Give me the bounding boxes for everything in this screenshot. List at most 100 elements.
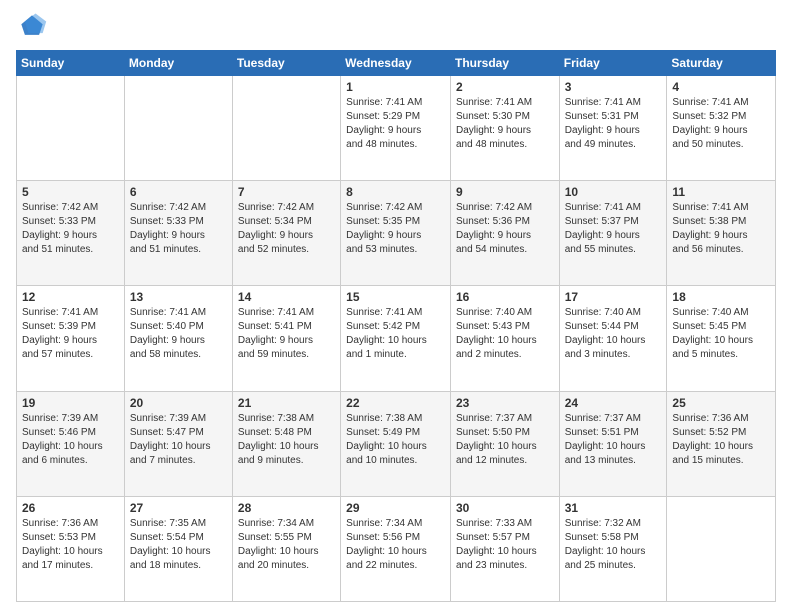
day-number: 8 [346,185,445,199]
day-info: Sunrise: 7:38 AM Sunset: 5:49 PM Dayligh… [346,412,445,468]
day-cell: 2 Sunrise: 7:41 AM Sunset: 5:30 PM Daylig… [450,76,559,181]
day-cell: 10 Sunrise: 7:41 AM Sunset: 5:37 PM Dayli… [559,181,667,286]
day-number: 21 [238,396,335,410]
day-number: 19 [22,396,119,410]
day-info: Sunrise: 7:42 AM Sunset: 5:33 PM Dayligh… [130,201,227,257]
day-cell: 28 Sunrise: 7:34 AM Sunset: 5:55 PM Dayli… [232,496,340,601]
day-number: 17 [565,290,662,304]
day-info: Sunrise: 7:33 AM Sunset: 5:57 PM Dayligh… [456,517,554,573]
day-cell [232,76,340,181]
day-cell: 29Sunrise: 7:34 AM Sunset: 5:56 PM Dayli… [341,496,451,601]
day-cell: 21 Sunrise: 7:38 AM Sunset: 5:48 PM Dayli… [232,391,340,496]
day-number: 27 [130,501,227,515]
day-number: 10 [565,185,662,199]
day-info: Sunrise: 7:40 AM Sunset: 5:45 PM Dayligh… [672,306,770,362]
day-number: 22 [346,396,445,410]
day-number: 11 [672,185,770,199]
day-info: Sunrise: 7:41 AM Sunset: 5:30 PM Dayligh… [456,96,554,152]
day-info: Sunrise: 7:42 AM Sunset: 5:35 PM Dayligh… [346,201,445,257]
day-number: 4 [672,80,770,94]
day-info: Sunrise: 7:41 AM Sunset: 5:31 PM Dayligh… [565,96,662,152]
day-info: Sunrise: 7:41 AM Sunset: 5:40 PM Dayligh… [130,306,227,362]
day-number: 15 [346,290,445,304]
day-cell: 20 Sunrise: 7:39 AM Sunset: 5:47 PM Dayli… [124,391,232,496]
day-cell [667,496,776,601]
day-info: Sunrise: 7:39 AM Sunset: 5:47 PM Dayligh… [130,412,227,468]
day-cell: 13 Sunrise: 7:41 AM Sunset: 5:40 PM Dayli… [124,286,232,391]
weekday-header-row: SundayMondayTuesdayWednesdayThursdayFrid… [17,51,776,76]
day-cell: 16 Sunrise: 7:40 AM Sunset: 5:43 PM Dayli… [450,286,559,391]
day-info: Sunrise: 7:41 AM Sunset: 5:41 PM Dayligh… [238,306,335,362]
day-number: 24 [565,396,662,410]
day-info: Sunrise: 7:42 AM Sunset: 5:36 PM Dayligh… [456,201,554,257]
day-cell: 4 Sunrise: 7:41 AM Sunset: 5:32 PM Daylig… [667,76,776,181]
day-cell: 1Sunrise: 7:41 AM Sunset: 5:29 PM Daylig… [341,76,451,181]
day-number: 9 [456,185,554,199]
day-cell: 11 Sunrise: 7:41 AM Sunset: 5:38 PM Dayli… [667,181,776,286]
week-row-2: 12Sunrise: 7:41 AM Sunset: 5:39 PM Dayli… [17,286,776,391]
day-info: Sunrise: 7:34 AM Sunset: 5:56 PM Dayligh… [346,517,445,573]
weekday-header-friday: Friday [559,51,667,76]
day-cell: 7 Sunrise: 7:42 AM Sunset: 5:34 PM Daylig… [232,181,340,286]
day-cell: 6 Sunrise: 7:42 AM Sunset: 5:33 PM Daylig… [124,181,232,286]
day-number: 16 [456,290,554,304]
day-number: 20 [130,396,227,410]
day-number: 25 [672,396,770,410]
day-number: 6 [130,185,227,199]
day-info: Sunrise: 7:38 AM Sunset: 5:48 PM Dayligh… [238,412,335,468]
day-cell: 19 Sunrise: 7:39 AM Sunset: 5:46 PM Dayli… [17,391,125,496]
week-row-3: 19 Sunrise: 7:39 AM Sunset: 5:46 PM Dayli… [17,391,776,496]
day-cell [17,76,125,181]
day-cell: 8 Sunrise: 7:42 AM Sunset: 5:35 PM Daylig… [341,181,451,286]
day-cell: 3Sunrise: 7:41 AM Sunset: 5:31 PM Daylig… [559,76,667,181]
week-row-4: 26Sunrise: 7:36 AM Sunset: 5:53 PM Dayli… [17,496,776,601]
day-number: 14 [238,290,335,304]
day-cell: 17 Sunrise: 7:40 AM Sunset: 5:44 PM Dayli… [559,286,667,391]
day-info: Sunrise: 7:41 AM Sunset: 5:37 PM Dayligh… [565,201,662,257]
day-info: Sunrise: 7:42 AM Sunset: 5:34 PM Dayligh… [238,201,335,257]
day-number: 13 [130,290,227,304]
day-number: 23 [456,396,554,410]
day-number: 12 [22,290,119,304]
day-number: 18 [672,290,770,304]
day-cell: 5 Sunrise: 7:42 AM Sunset: 5:33 PM Daylig… [17,181,125,286]
day-number: 28 [238,501,335,515]
weekday-header-saturday: Saturday [667,51,776,76]
week-row-1: 5 Sunrise: 7:42 AM Sunset: 5:33 PM Daylig… [17,181,776,286]
day-cell [124,76,232,181]
logo [16,10,52,42]
day-info: Sunrise: 7:41 AM Sunset: 5:38 PM Dayligh… [672,201,770,257]
day-info: Sunrise: 7:40 AM Sunset: 5:43 PM Dayligh… [456,306,554,362]
day-info: Sunrise: 7:34 AM Sunset: 5:55 PM Dayligh… [238,517,335,573]
day-cell: 26Sunrise: 7:36 AM Sunset: 5:53 PM Dayli… [17,496,125,601]
day-cell: 23 Sunrise: 7:37 AM Sunset: 5:50 PM Dayli… [450,391,559,496]
day-number: 30 [456,501,554,515]
week-row-0: 1Sunrise: 7:41 AM Sunset: 5:29 PM Daylig… [17,76,776,181]
day-info: Sunrise: 7:40 AM Sunset: 5:44 PM Dayligh… [565,306,662,362]
header [16,10,776,42]
day-number: 5 [22,185,119,199]
day-info: Sunrise: 7:39 AM Sunset: 5:46 PM Dayligh… [22,412,119,468]
page: SundayMondayTuesdayWednesdayThursdayFrid… [0,0,792,612]
day-info: Sunrise: 7:36 AM Sunset: 5:52 PM Dayligh… [672,412,770,468]
day-cell: 30 Sunrise: 7:33 AM Sunset: 5:57 PM Dayli… [450,496,559,601]
day-cell: 14 Sunrise: 7:41 AM Sunset: 5:41 PM Dayli… [232,286,340,391]
day-info: Sunrise: 7:37 AM Sunset: 5:50 PM Dayligh… [456,412,554,468]
day-cell: 9 Sunrise: 7:42 AM Sunset: 5:36 PM Daylig… [450,181,559,286]
day-number: 1 [346,80,445,94]
day-info: Sunrise: 7:41 AM Sunset: 5:32 PM Dayligh… [672,96,770,152]
day-cell: 22 Sunrise: 7:38 AM Sunset: 5:49 PM Dayli… [341,391,451,496]
day-info: Sunrise: 7:32 AM Sunset: 5:58 PM Dayligh… [565,517,662,573]
day-number: 7 [238,185,335,199]
day-info: Sunrise: 7:37 AM Sunset: 5:51 PM Dayligh… [565,412,662,468]
day-cell: 31Sunrise: 7:32 AM Sunset: 5:58 PM Dayli… [559,496,667,601]
day-info: Sunrise: 7:42 AM Sunset: 5:33 PM Dayligh… [22,201,119,257]
logo-icon [16,10,48,42]
day-number: 2 [456,80,554,94]
day-cell: 15Sunrise: 7:41 AM Sunset: 5:42 PM Dayli… [341,286,451,391]
calendar: SundayMondayTuesdayWednesdayThursdayFrid… [16,50,776,602]
weekday-header-wednesday: Wednesday [341,51,451,76]
day-info: Sunrise: 7:36 AM Sunset: 5:53 PM Dayligh… [22,517,119,573]
day-info: Sunrise: 7:35 AM Sunset: 5:54 PM Dayligh… [130,517,227,573]
weekday-header-thursday: Thursday [450,51,559,76]
